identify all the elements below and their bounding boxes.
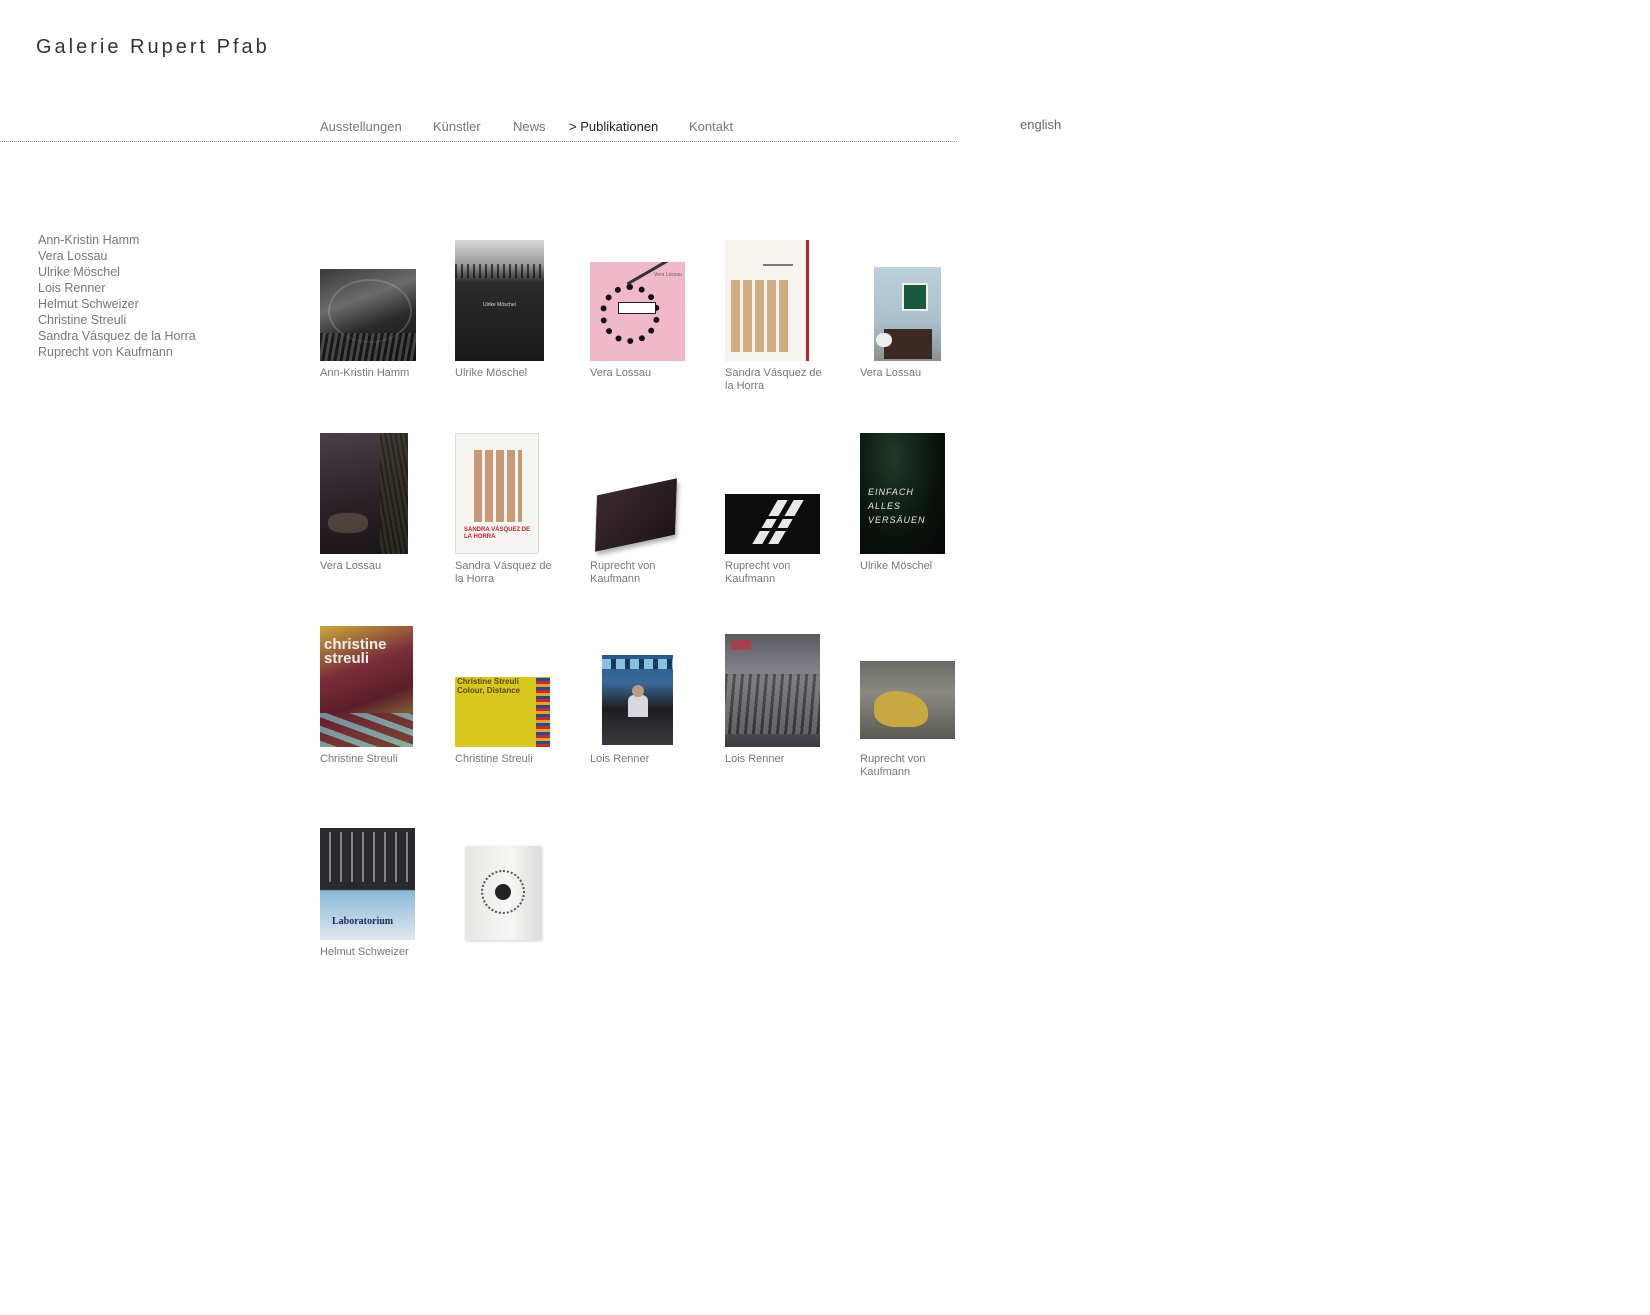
publication-caption[interactable]: Christine Streuli [455,753,555,766]
publication-cover[interactable]: Vera Lossau [590,262,685,361]
publication-cover[interactable] [320,269,416,361]
nav-publikationen[interactable]: > Publikationen [569,119,658,134]
publication-caption[interactable]: Ulrike Möschel [455,367,555,380]
language-link[interactable]: english [1020,117,1061,132]
publication-cover[interactable]: christine streuli [320,626,413,747]
publication-cover[interactable] [874,267,941,361]
publication-cover[interactable] [725,240,809,361]
publication-caption[interactable]: Sandra Vásquez de la Horra [725,367,825,393]
site-logo[interactable]: Galerie Rupert Pfab [36,36,270,59]
nav-ausstellungen[interactable]: Ausstellungen [320,119,402,134]
publication-caption[interactable]: Vera Lossau [860,367,960,380]
publication-cover[interactable] [725,634,820,747]
cover-title: EINFACH ALLES VERSÄUEN [868,487,926,525]
sidebar-item-ruprecht-von-kaufmann[interactable]: Ruprecht von Kaufmann [38,344,196,360]
sidebar-item-vera-lossau[interactable]: Vera Lossau [38,248,196,264]
publication-cover[interactable] [725,494,820,554]
cover-title: SANDRA VÁSQUEZ DE LA HORRA [464,527,531,540]
publication-caption[interactable]: Ruprecht von Kaufmann [860,753,960,779]
sidebar-item-ulrike-moeschel[interactable]: Ulrike Möschel [38,264,196,280]
publication-caption[interactable]: Ruprecht von Kaufmann [725,560,825,586]
publication-caption[interactable]: Ruprecht von Kaufmann [590,560,690,586]
publication-caption[interactable]: Vera Lossau [590,367,690,380]
publication-caption[interactable]: Helmut Schweizer [320,946,420,959]
publication-cover[interactable]: Laboratorium [320,828,415,940]
nav-divider [0,141,957,142]
sidebar-item-christine-streuli[interactable]: Christine Streuli [38,312,196,328]
nav-kuenstler[interactable]: Künstler [433,119,481,134]
publication-caption[interactable]: Ann-Kristin Hamm [320,367,420,380]
nav-news[interactable]: News [513,119,546,134]
publication-cover[interactable]: Christine Streuli Colour, Distance [455,677,550,747]
nav-kontakt[interactable]: Kontakt [689,119,733,134]
cover-title: christine streuli [324,636,387,667]
publication-cover[interactable] [595,478,677,552]
publication-cover[interactable] [602,655,673,745]
cover-title: Christine Streuli Colour, Distance [457,677,521,695]
publication-cover[interactable] [465,846,541,940]
sidebar-item-ann-kristin-hamm[interactable]: Ann-Kristin Hamm [38,232,196,248]
artist-sidebar: Ann-Kristin Hamm Vera Lossau Ulrike Mösc… [38,232,196,360]
publication-caption[interactable]: Christine Streuli [320,753,420,766]
cover-title: Laboratorium [332,916,394,927]
sidebar-item-lois-renner[interactable]: Lois Renner [38,280,196,296]
publication-cover[interactable]: SANDRA VÁSQUEZ DE LA HORRA [455,433,539,554]
publication-cover[interactable]: EINFACH ALLES VERSÄUEN [860,433,945,554]
publication-cover[interactable] [320,433,408,554]
publication-cover[interactable]: Ulrike Möschel [455,240,544,361]
publication-caption[interactable]: Lois Renner [725,753,825,766]
publication-caption[interactable]: Lois Renner [590,753,690,766]
publication-cover[interactable] [860,661,955,739]
publication-caption[interactable]: Sandra Vásquez de la Horra [455,560,555,586]
publication-caption[interactable]: Vera Lossau [320,560,420,573]
sidebar-item-sandra-vasquez[interactable]: Sandra Vásquez de la Horra [38,328,196,344]
cover-title: Vera Lossau [654,272,682,278]
cover-title: Ulrike Möschel [483,302,516,308]
sidebar-item-helmut-schweizer[interactable]: Helmut Schweizer [38,296,196,312]
publication-caption[interactable]: Ulrike Möschel [860,560,960,573]
